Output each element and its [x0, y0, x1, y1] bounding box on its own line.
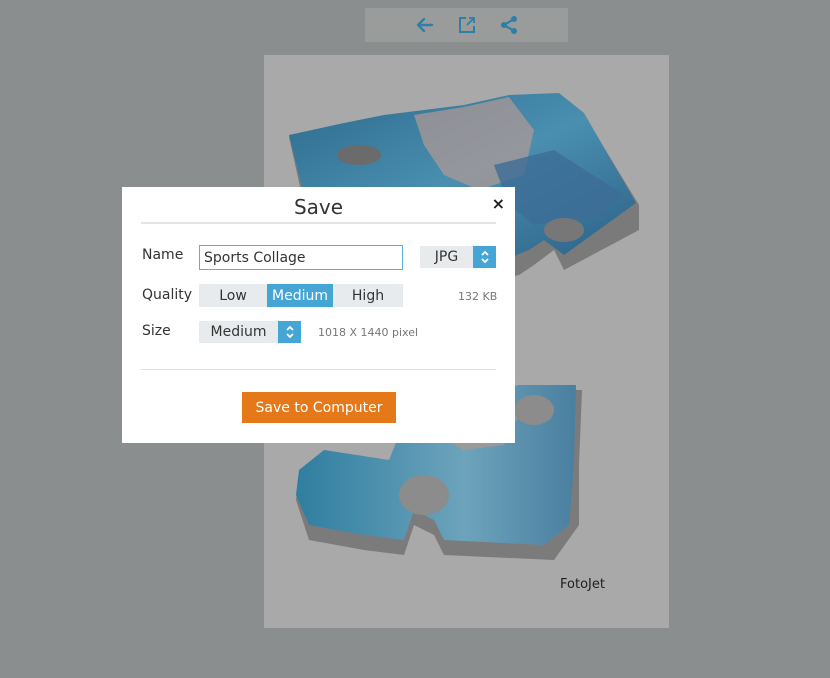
format-select-value: JPG [434, 249, 459, 265]
select-arrows-icon [473, 246, 496, 268]
footer-divider [141, 369, 496, 370]
save-to-computer-button[interactable]: Save to Computer [242, 392, 396, 423]
open-button[interactable] [457, 15, 477, 35]
format-select[interactable]: JPG [420, 246, 496, 268]
top-toolbar [365, 8, 568, 42]
quality-option-high[interactable]: High [333, 284, 403, 307]
close-icon[interactable]: × [492, 194, 505, 213]
dialog-title: Save [293, 195, 344, 219]
title-divider [141, 222, 496, 224]
quality-selector: Low Medium High [199, 284, 403, 307]
open-external-icon [458, 17, 475, 33]
quality-label: Quality [142, 287, 193, 303]
back-button[interactable] [415, 15, 435, 35]
dimensions-text: 1018 X 1440 pixel [318, 326, 419, 339]
quality-option-medium[interactable]: Medium [267, 284, 333, 307]
size-select[interactable]: Medium [199, 321, 301, 343]
size-select-value: Medium [210, 324, 267, 340]
quality-option-low[interactable]: Low [199, 284, 267, 307]
name-input[interactable] [199, 245, 403, 270]
file-size-text: 132 KB [458, 290, 498, 303]
share-button[interactable] [499, 15, 519, 35]
name-label: Name [142, 247, 184, 263]
size-label: Size [142, 323, 171, 339]
watermark-text: FotoJet [560, 577, 605, 592]
arrow-left-icon [416, 17, 433, 33]
share-icon [500, 16, 517, 34]
select-arrows-icon [278, 321, 301, 343]
save-dialog: Save × Name JPG Quality Low Medium High … [122, 187, 515, 443]
